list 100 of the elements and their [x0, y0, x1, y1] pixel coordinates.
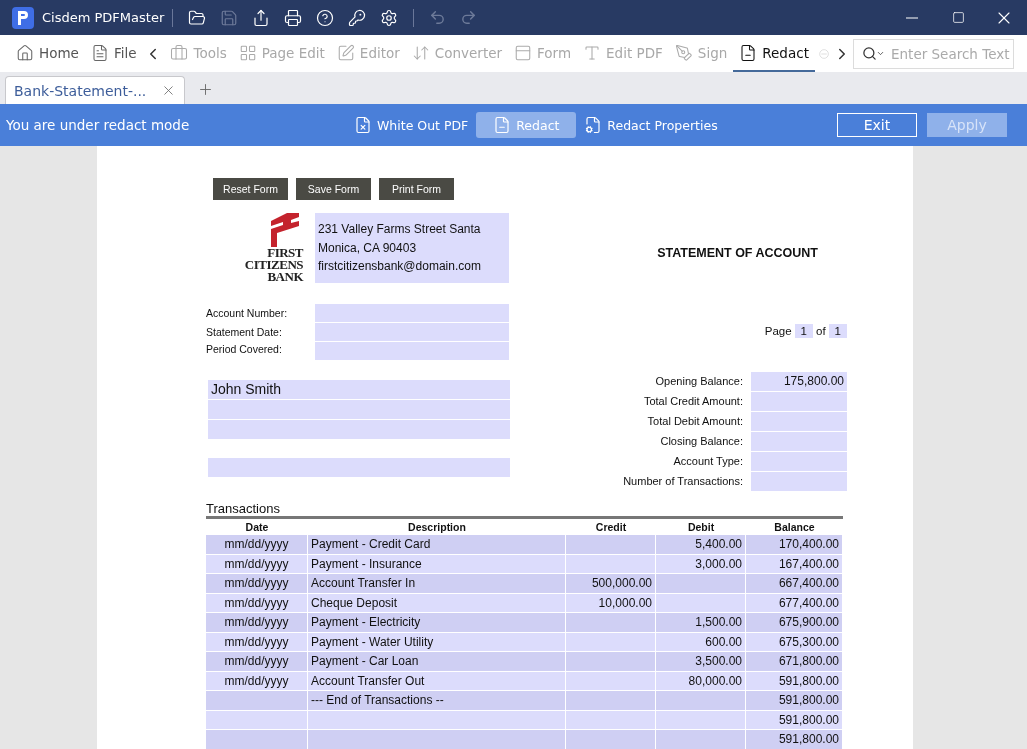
table-cell: 675,900.00 — [746, 613, 843, 633]
search-field[interactable]: Enter Search Text — [853, 38, 1014, 69]
minimize-icon — [906, 16, 918, 19]
toolbar-tab[interactable]: Home — [10, 35, 85, 72]
field-label: Period Covered: — [206, 342, 283, 357]
address-line: firstcitizensbank@domain.com — [318, 258, 482, 275]
table-cell: mm/dd/yyyy — [206, 554, 308, 574]
document-gear-icon — [584, 116, 603, 134]
table-cell: Payment - Credit Card — [308, 535, 566, 555]
close-tab-icon[interactable] — [161, 83, 176, 98]
summary-field[interactable]: 175,800.00 — [751, 372, 847, 391]
form-field[interactable] — [315, 304, 509, 322]
table-cell: Payment - Electricity — [308, 613, 566, 633]
form-button[interactable]: Reset Form — [213, 178, 288, 200]
undo-icon[interactable] — [429, 9, 447, 26]
table-cell: 10,000.00 — [566, 593, 656, 613]
bank-logo-text: CITIZENS — [244, 259, 303, 271]
table-cell: mm/dd/yyyy — [206, 535, 308, 555]
print-icon[interactable] — [284, 8, 303, 27]
table-cell: Payment - Water Utility — [308, 632, 566, 652]
toolbar-tab[interactable]: File — [84, 35, 143, 72]
arrows-icon — [411, 43, 430, 62]
settings-icon[interactable] — [380, 8, 399, 27]
app-title: Cisdem PDFMaster — [42, 10, 165, 25]
bank-logo-text: FIRST — [267, 247, 303, 259]
summary-field[interactable] — [751, 472, 847, 491]
table-cell: 591,800.00 — [746, 671, 843, 691]
field-label: Account Number: — [206, 306, 289, 321]
summary-field[interactable] — [751, 452, 847, 471]
home-icon — [16, 43, 34, 62]
form-icon — [514, 43, 533, 62]
redact-mode-button[interactable]: Exit — [837, 113, 917, 137]
document-tab[interactable]: Bank-Statement-... — [5, 76, 185, 104]
page-of-label: of — [816, 325, 826, 337]
section-title: Transactions — [206, 501, 843, 519]
summary-field[interactable] — [751, 392, 847, 411]
column-header: Date — [244, 520, 270, 535]
document-x-icon — [354, 116, 372, 134]
summary-label: Number of Transactions: — [623, 474, 743, 489]
column-header: Balance — [773, 520, 816, 535]
table-cell: mm/dd/yyyy — [206, 632, 308, 652]
form-field[interactable] — [315, 323, 509, 341]
summary-label: Closing Balance: — [659, 434, 743, 449]
share-icon[interactable] — [252, 8, 271, 27]
edit-icon — [336, 43, 355, 62]
address-field[interactable]: 231 Valley Farms Street Santa Monica, CA 90403 firstcitizensbank@domain.com — [315, 213, 509, 283]
maximize-icon — [951, 11, 965, 24]
address-line: 231 Valley Farms Street Santa — [318, 221, 482, 238]
name-field[interactable] — [208, 400, 510, 419]
page-number-field[interactable]: 1 — [794, 324, 813, 338]
tab-label: Bank-Statement-... — [14, 82, 147, 99]
form-button[interactable]: Print Form — [379, 178, 454, 200]
column-header: Debit — [686, 520, 716, 535]
key-icon[interactable] — [348, 8, 367, 27]
name-field[interactable] — [208, 458, 510, 477]
summary-field[interactable] — [751, 432, 847, 451]
table-cell: 600.00 — [656, 632, 746, 652]
search-icon — [862, 46, 877, 61]
app-logo-icon — [12, 6, 34, 29]
table-cell: 667,400.00 — [746, 574, 843, 594]
summary-label: Total Debit Amount: — [646, 414, 743, 429]
redact-action[interactable]: Redact Properties — [576, 112, 726, 138]
save-icon[interactable] — [220, 8, 239, 27]
table-cell: 3,500.00 — [656, 652, 746, 672]
form-button[interactable]: Save Form — [296, 178, 371, 200]
table-cell: 3,000.00 — [656, 554, 746, 574]
redo-icon[interactable] — [460, 9, 478, 26]
table-cell: Account Transfer Out — [308, 671, 566, 691]
page-total-field[interactable]: 1 — [828, 324, 847, 338]
table-cell: 675,300.00 — [746, 632, 843, 652]
table-cell: 591,800.00 — [746, 710, 843, 730]
redact-icon — [739, 43, 758, 62]
table-cell: mm/dd/yyyy — [206, 613, 308, 633]
page-label: Page — [764, 325, 792, 337]
text-icon — [583, 43, 602, 62]
folder-icon[interactable] — [188, 8, 207, 27]
table-cell: mm/dd/yyyy — [206, 671, 308, 691]
document-title: STATEMENT OF ACCOUNT — [657, 246, 818, 262]
table-cell: 170,400.00 — [746, 535, 843, 555]
table-cell: 677,400.00 — [746, 593, 843, 613]
table-cell: mm/dd/yyyy — [206, 574, 308, 594]
name-field[interactable] — [208, 420, 510, 439]
pen-icon — [674, 43, 693, 62]
redact-action[interactable]: White Out PDF — [346, 112, 477, 138]
name-field[interactable]: John Smith — [208, 380, 510, 399]
table-cell: Account Transfer In — [308, 574, 566, 594]
table-cell: 591,800.00 — [746, 730, 843, 749]
file-icon — [90, 43, 109, 62]
form-field[interactable] — [315, 342, 509, 360]
table-cell: 167,400.00 — [746, 554, 843, 574]
table-cell: --- End of Transactions -- — [308, 691, 566, 711]
column-header: Description — [407, 520, 467, 535]
help-icon[interactable] — [316, 8, 335, 27]
new-tab-icon[interactable] — [197, 81, 214, 98]
table-cell: mm/dd/yyyy — [206, 652, 308, 672]
table-cell: 591,800.00 — [746, 691, 843, 711]
column-header: Credit — [594, 520, 628, 535]
bank-logo-text: BANK — [267, 271, 303, 283]
table-cell: 80,000.00 — [656, 671, 746, 691]
summary-field[interactable] — [751, 412, 847, 431]
